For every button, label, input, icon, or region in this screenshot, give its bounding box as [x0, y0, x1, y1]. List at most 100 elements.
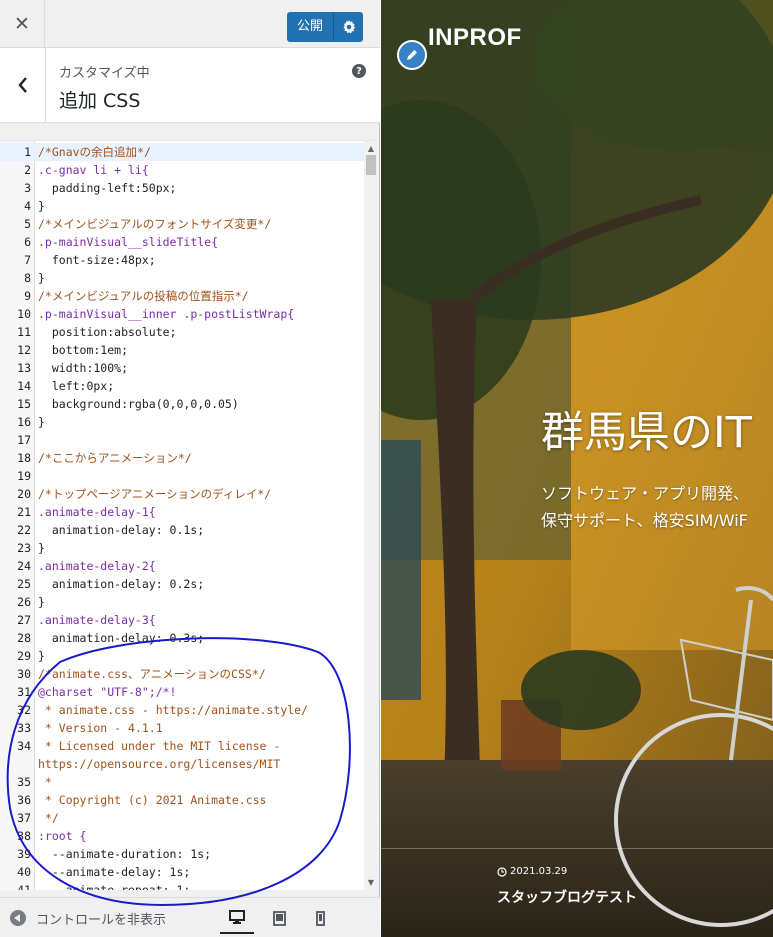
- code-line[interactable]: 37 */: [0, 809, 364, 827]
- code-text: background:rgba(0,0,0,0.05): [38, 397, 239, 411]
- editor-scrollbar[interactable]: ▲ ▼: [364, 141, 378, 890]
- post-divider: [381, 848, 773, 849]
- preview-desktop-button[interactable]: [220, 902, 254, 934]
- code-line[interactable]: 25 animation-delay: 0.2s;: [0, 575, 364, 593]
- help-icon[interactable]: ?: [352, 64, 366, 78]
- line-number: 1: [24, 145, 31, 159]
- code-line[interactable]: 39 --animate-duration: 1s;: [0, 845, 364, 863]
- hero-subtitle-line-1: ソフトウェア・アプリ開発、: [541, 484, 750, 503]
- close-button[interactable]: ✕: [0, 0, 45, 47]
- code-line[interactable]: 29}: [0, 647, 364, 665]
- code-text: * Version - 4.1.1: [38, 721, 163, 735]
- code-text: /*メインビジュアルの投稿の位置指示*/: [38, 289, 249, 303]
- code-line[interactable]: 34 * Licensed under the MIT license -: [0, 737, 364, 755]
- code-text: .animate-delay-1{: [38, 505, 156, 519]
- line-number: 15: [17, 397, 31, 411]
- post-title-link[interactable]: スタッフブログテスト: [497, 887, 637, 907]
- code-line[interactable]: 18 /*ここからアニメーション*/: [0, 449, 364, 467]
- code-line[interactable]: 5 /*メインビジュアルのフォントサイズ変更*/: [0, 215, 364, 233]
- line-number: 32: [17, 703, 31, 717]
- line-number: 31: [17, 685, 31, 699]
- code-line[interactable]: 4}: [0, 197, 364, 215]
- section-subtitle: カスタマイズ中: [59, 66, 150, 81]
- code-line[interactable]: 38:root {: [0, 827, 364, 845]
- code-line[interactable]: 26}: [0, 593, 364, 611]
- line-number: 6: [24, 235, 31, 249]
- tablet-icon: [272, 910, 286, 926]
- code-line[interactable]: 7 font-size:48px;: [0, 251, 364, 269]
- edit-shortcut-button[interactable]: [397, 40, 427, 70]
- line-number: 19: [17, 469, 31, 483]
- code-line[interactable]: 16}: [0, 413, 364, 431]
- code-line[interactable]: 21 .animate-delay-1{: [0, 503, 364, 521]
- code-text: .p-mainVisual__slideTitle{: [38, 235, 219, 249]
- collapse-controls-button[interactable]: コントロールを非表示: [10, 906, 166, 930]
- code-line[interactable]: 30 /*animate.css、アニメーションのCSS*/: [0, 665, 364, 683]
- code-line[interactable]: 14 left:0px;: [0, 377, 364, 395]
- line-number: 22: [17, 523, 31, 537]
- publish-group: 公開: [287, 12, 364, 42]
- site-title[interactable]: INPROF: [428, 24, 522, 52]
- code-line[interactable]: 1 /*Gnavの余白追加*/: [0, 143, 364, 161]
- code-text: --animate-duration: 1s;: [38, 847, 212, 861]
- code-line[interactable]: 11 position:absolute;: [0, 323, 364, 341]
- preview-tablet-button[interactable]: [262, 902, 296, 934]
- code-line[interactable]: 15 background:rgba(0,0,0,0.05): [0, 395, 364, 413]
- gear-icon: [342, 20, 355, 34]
- code-line[interactable]: 36 * Copyright (c) 2021 Animate.css: [0, 791, 364, 809]
- section-header: カスタマイズ中 追加 CSS ?: [0, 48, 380, 123]
- code-text: */: [38, 811, 59, 825]
- code-line[interactable]: 2 .c-gnav li + li{: [0, 161, 364, 179]
- line-number: 24: [17, 559, 31, 573]
- hero-title: 群馬県のIT: [541, 408, 752, 458]
- code-line[interactable]: 41 --animate-repeat: 1;: [0, 881, 364, 890]
- code-line[interactable]: https://opensource.org/licenses/MIT: [0, 755, 364, 773]
- code-line[interactable]: 28 animation-delay: 0.3s;: [0, 629, 364, 647]
- code-line[interactable]: 19: [0, 467, 364, 485]
- code-line[interactable]: 33 * Version - 4.1.1: [0, 719, 364, 737]
- code-text: }: [38, 649, 45, 663]
- code-line[interactable]: 20 /*トップページアニメーションのディレイ*/: [0, 485, 364, 503]
- code-line[interactable]: 22 animation-delay: 0.1s;: [0, 521, 364, 539]
- code-line[interactable]: 31 @charset "UTF-8";/*!: [0, 683, 364, 701]
- publish-settings-button[interactable]: [333, 12, 364, 42]
- code-line[interactable]: 13 width:100%;: [0, 359, 364, 377]
- code-line[interactable]: 10 .p-mainVisual__inner .p-postListWrap{: [0, 305, 364, 323]
- mobile-icon: [315, 910, 325, 926]
- scroll-up-arrow[interactable]: ▲: [364, 141, 378, 155]
- scroll-thumb[interactable]: [366, 155, 376, 175]
- publish-button[interactable]: 公開: [287, 12, 334, 42]
- clock-icon: [497, 866, 507, 877]
- site-preview[interactable]: INPROF 群馬県のIT ソフトウェア・アプリ開発、 保守サポート、格安SIM…: [381, 0, 773, 937]
- code-text: animation-delay: 0.2s;: [38, 577, 205, 591]
- code-line[interactable]: 27 .animate-delay-3{: [0, 611, 364, 629]
- code-text: .animate-delay-3{: [38, 613, 156, 627]
- code-line[interactable]: 23}: [0, 539, 364, 557]
- line-number: 8: [24, 271, 31, 285]
- code-text: *: [38, 775, 52, 789]
- code-line[interactable]: 12 bottom:1em;: [0, 341, 364, 359]
- code-line[interactable]: 40 --animate-delay: 1s;: [0, 863, 364, 881]
- code-line[interactable]: 24 .animate-delay-2{: [0, 557, 364, 575]
- line-number: 21: [17, 505, 31, 519]
- code-line[interactable]: 8}: [0, 269, 364, 287]
- code-line[interactable]: 32 * animate.css - https://animate.style…: [0, 701, 364, 719]
- code-line[interactable]: 17: [0, 431, 364, 449]
- code-line[interactable]: 3 padding-left:50px;: [0, 179, 364, 197]
- css-code-editor[interactable]: 1 /*Gnavの余白追加*/ 2 .c-gnav li + li{3 padding…: [0, 140, 378, 890]
- line-number: 4: [24, 199, 31, 213]
- back-button[interactable]: [0, 48, 46, 122]
- code-line[interactable]: 35 *: [0, 773, 364, 791]
- scroll-down-arrow[interactable]: ▼: [364, 875, 378, 889]
- code-line[interactable]: 9 /*メインビジュアルの投稿の位置指示*/: [0, 287, 364, 305]
- code-line[interactable]: 6 .p-mainVisual__slideTitle{: [0, 233, 364, 251]
- line-number: 17: [17, 433, 31, 447]
- line-number: 23: [17, 541, 31, 555]
- line-number: 3: [24, 181, 31, 195]
- collapse-icon: [10, 910, 26, 926]
- line-number: 11: [17, 325, 31, 339]
- line-number: 30: [17, 667, 31, 681]
- preview-mobile-button[interactable]: [303, 902, 337, 934]
- code-text: .p-mainVisual__inner .p-postListWrap{: [38, 307, 295, 321]
- line-number: 25: [17, 577, 31, 591]
